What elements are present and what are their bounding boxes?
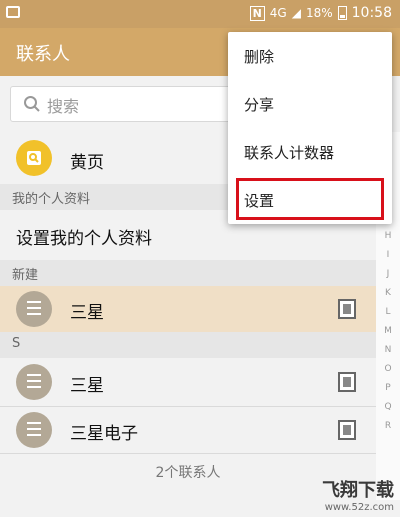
alpha-index-letter[interactable]: O (376, 360, 400, 379)
battery-icon (337, 6, 347, 20)
watermark-text: 飞翔下载 (322, 480, 394, 501)
sim-card-icon (338, 372, 356, 392)
section-header-s: S (0, 332, 376, 358)
menu-item-delete[interactable]: 删除 (228, 32, 392, 80)
contact-name: 三星电子 (70, 424, 138, 444)
contact-avatar-icon (16, 412, 52, 448)
alpha-index-letter[interactable]: M (376, 322, 400, 341)
search-placeholder: 搜索 (47, 97, 80, 116)
alpha-index-letter[interactable]: L (376, 303, 400, 322)
menu-item-label: 删除 (244, 48, 275, 66)
setup-profile-label: 设置我的个人资料 (16, 229, 152, 249)
menu-item-share[interactable]: 分享 (228, 80, 392, 128)
alpha-index-letter[interactable]: I (376, 246, 400, 265)
menu-item-contact-counter[interactable]: 联系人计数器 (228, 128, 392, 176)
alpha-index-letter[interactable]: K (376, 284, 400, 303)
network-label: 4G (269, 6, 287, 20)
page-title: 联系人 (16, 44, 70, 65)
section-label: 我的个人资料 (12, 192, 91, 207)
contact-name: 三星 (70, 376, 104, 396)
watermark: 飞翔下载 www.52z.com (322, 476, 394, 513)
alpha-index-letter[interactable]: P (376, 379, 400, 398)
list-item-contact[interactable]: 三星电子 (0, 407, 376, 453)
yellow-pages-icon (16, 140, 52, 176)
alpha-index-letter[interactable]: N (376, 341, 400, 360)
nfc-icon: N (249, 5, 265, 21)
divider (0, 453, 376, 454)
sim-card-icon (338, 420, 356, 440)
contact-name: 三星 (70, 303, 104, 323)
list-item-contact[interactable]: 三星 (0, 358, 376, 406)
contact-count: 2个联系人 (155, 465, 221, 481)
alpha-index-letter[interactable]: Q (376, 398, 400, 417)
contact-avatar-icon (16, 364, 52, 400)
section-label: S (12, 336, 21, 351)
highlight-box (236, 178, 384, 220)
status-bar: N 4G ◢ 18% 10:58 (0, 0, 400, 28)
section-header-new: 新建 (0, 260, 376, 286)
alpha-index-letter[interactable]: J (376, 265, 400, 284)
battery-percent: 18% (305, 6, 333, 20)
section-label: 新建 (12, 268, 39, 283)
list-item-contact-new[interactable]: 三星 (0, 286, 376, 332)
image-notification-icon (6, 6, 20, 18)
menu-item-label: 分享 (244, 96, 275, 114)
clock: 10:58 (351, 5, 392, 21)
yellow-pages-label: 黄页 (70, 153, 104, 173)
alpha-index-letter[interactable]: H (376, 227, 400, 246)
signal-icon: ◢ (291, 6, 301, 20)
contact-avatar-icon (16, 291, 52, 327)
sim-card-icon (338, 299, 356, 319)
menu-item-label: 联系人计数器 (244, 144, 335, 162)
alpha-index-letter[interactable]: R (376, 417, 400, 436)
search-icon (24, 96, 40, 112)
watermark-url: www.52z.com (324, 502, 394, 513)
